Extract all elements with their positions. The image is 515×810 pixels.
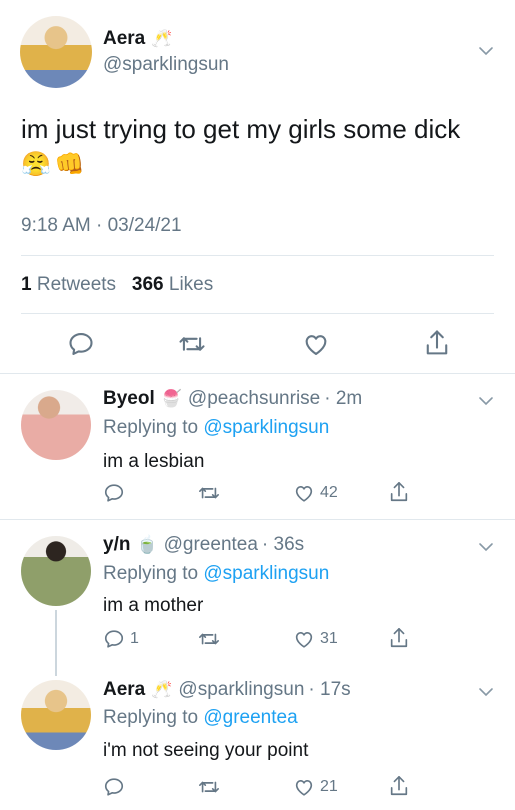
share-icon [390,628,408,648]
chevron-down-icon[interactable] [477,42,495,60]
reply-icon [69,333,93,355]
replying-to: Replying to @sparklingsun [103,417,330,438]
name-emoji: 🥂 [151,680,173,699]
divider [21,255,494,256]
like-button[interactable]: 31 [293,628,338,650]
retweet-button[interactable] [197,628,221,650]
reply-time[interactable]: · 2m [324,388,362,410]
replying-to-handle[interactable]: @sparklingsun [203,563,329,584]
handle[interactable]: @sparklingsun [103,54,229,76]
share-button[interactable] [388,480,410,504]
reply-button[interactable] [103,482,130,504]
reply-tweet: Aera 🥂 @sparklingsun · 17s Replying to @… [0,666,515,810]
replying-to-handle[interactable]: @greentea [203,707,297,728]
main-tweet: Aera 🥂 @sparklingsun im just trying to g… [0,0,515,372]
like-count: 21 [320,778,338,795]
retweet-icon [179,337,205,351]
display-name[interactable]: Aera [103,28,145,50]
share-button[interactable] [388,626,410,650]
display-name[interactable]: y/n [103,534,130,556]
display-name[interactable]: Byeol [103,388,155,410]
likes-label[interactable]: Likes [169,274,213,295]
handle[interactable]: @peachsunrise [188,388,320,410]
reply-text: im a mother [103,595,204,616]
share-button[interactable] [423,328,451,358]
like-button[interactable]: 42 [293,482,338,504]
reply-icon [104,778,124,796]
reply-button[interactable] [103,776,130,798]
name-emoji: 🥂 [151,29,173,48]
heart-icon [305,335,327,355]
avatar[interactable] [21,536,91,606]
main-tweet-author[interactable]: Aera 🥂 [103,28,178,50]
reply-icon [104,484,124,502]
like-button[interactable]: 21 [293,776,338,798]
retweet-button[interactable] [197,482,221,504]
display-name[interactable]: Aera [103,679,145,701]
reply-tweet: Byeol 🍧 @peachsunrise · 2m Replying to @… [0,374,515,518]
share-icon [390,482,408,502]
retweet-button[interactable] [197,776,221,798]
like-count: 31 [320,630,338,647]
reply-time[interactable]: · 36s [262,534,304,556]
likes-count[interactable]: 366 [132,274,164,295]
retweet-icon [199,781,219,793]
heart-icon [295,486,313,502]
tweet-emoji: 😤👊 [21,151,89,178]
name-emoji: 🍵 [136,535,158,554]
replying-to: Replying to @greentea [103,707,298,728]
heart-icon [295,632,313,648]
chevron-down-icon[interactable] [477,392,495,410]
avatar[interactable] [20,16,92,88]
like-button[interactable] [302,330,330,358]
share-icon [390,776,408,796]
name-emoji: 🍧 [160,389,182,408]
share-button[interactable] [388,774,410,798]
reply-icon [104,630,124,648]
like-count: 42 [320,484,338,501]
reply-time[interactable]: · 17s [308,679,350,701]
reply-button[interactable]: 1 [103,628,139,650]
tweet-stats: 1 Retweets 366 Likes [21,274,213,296]
retweets-count[interactable]: 1 [21,274,32,295]
avatar[interactable] [21,680,91,750]
reply-text: im a lesbian [103,451,205,472]
retweet-icon [199,633,219,645]
replying-to-handle[interactable]: @sparklingsun [203,417,329,438]
handle[interactable]: @sparklingsun [178,679,304,701]
share-icon [426,330,448,355]
reply-text: i'm not seeing your point [103,740,309,761]
reply-count: 1 [130,630,139,647]
retweets-label[interactable]: Retweets [37,274,116,295]
handle[interactable]: @greentea [164,534,258,556]
chevron-down-icon[interactable] [477,538,495,556]
retweet-icon [199,487,219,499]
tweet-text: im just trying to get my girls some dick [21,114,461,144]
chevron-down-icon[interactable] [477,683,495,701]
replying-to: Replying to @sparklingsun [103,563,330,584]
reply-button[interactable] [67,330,95,358]
tweet-timestamp[interactable]: 9:18 AM · 03/24/21 [21,215,182,237]
heart-icon [295,780,313,796]
avatar[interactable] [21,390,91,460]
reply-tweet: y/n 🍵 @greentea · 36s Replying to @spark… [0,520,515,676]
divider [21,313,494,314]
retweet-button[interactable] [177,330,207,358]
